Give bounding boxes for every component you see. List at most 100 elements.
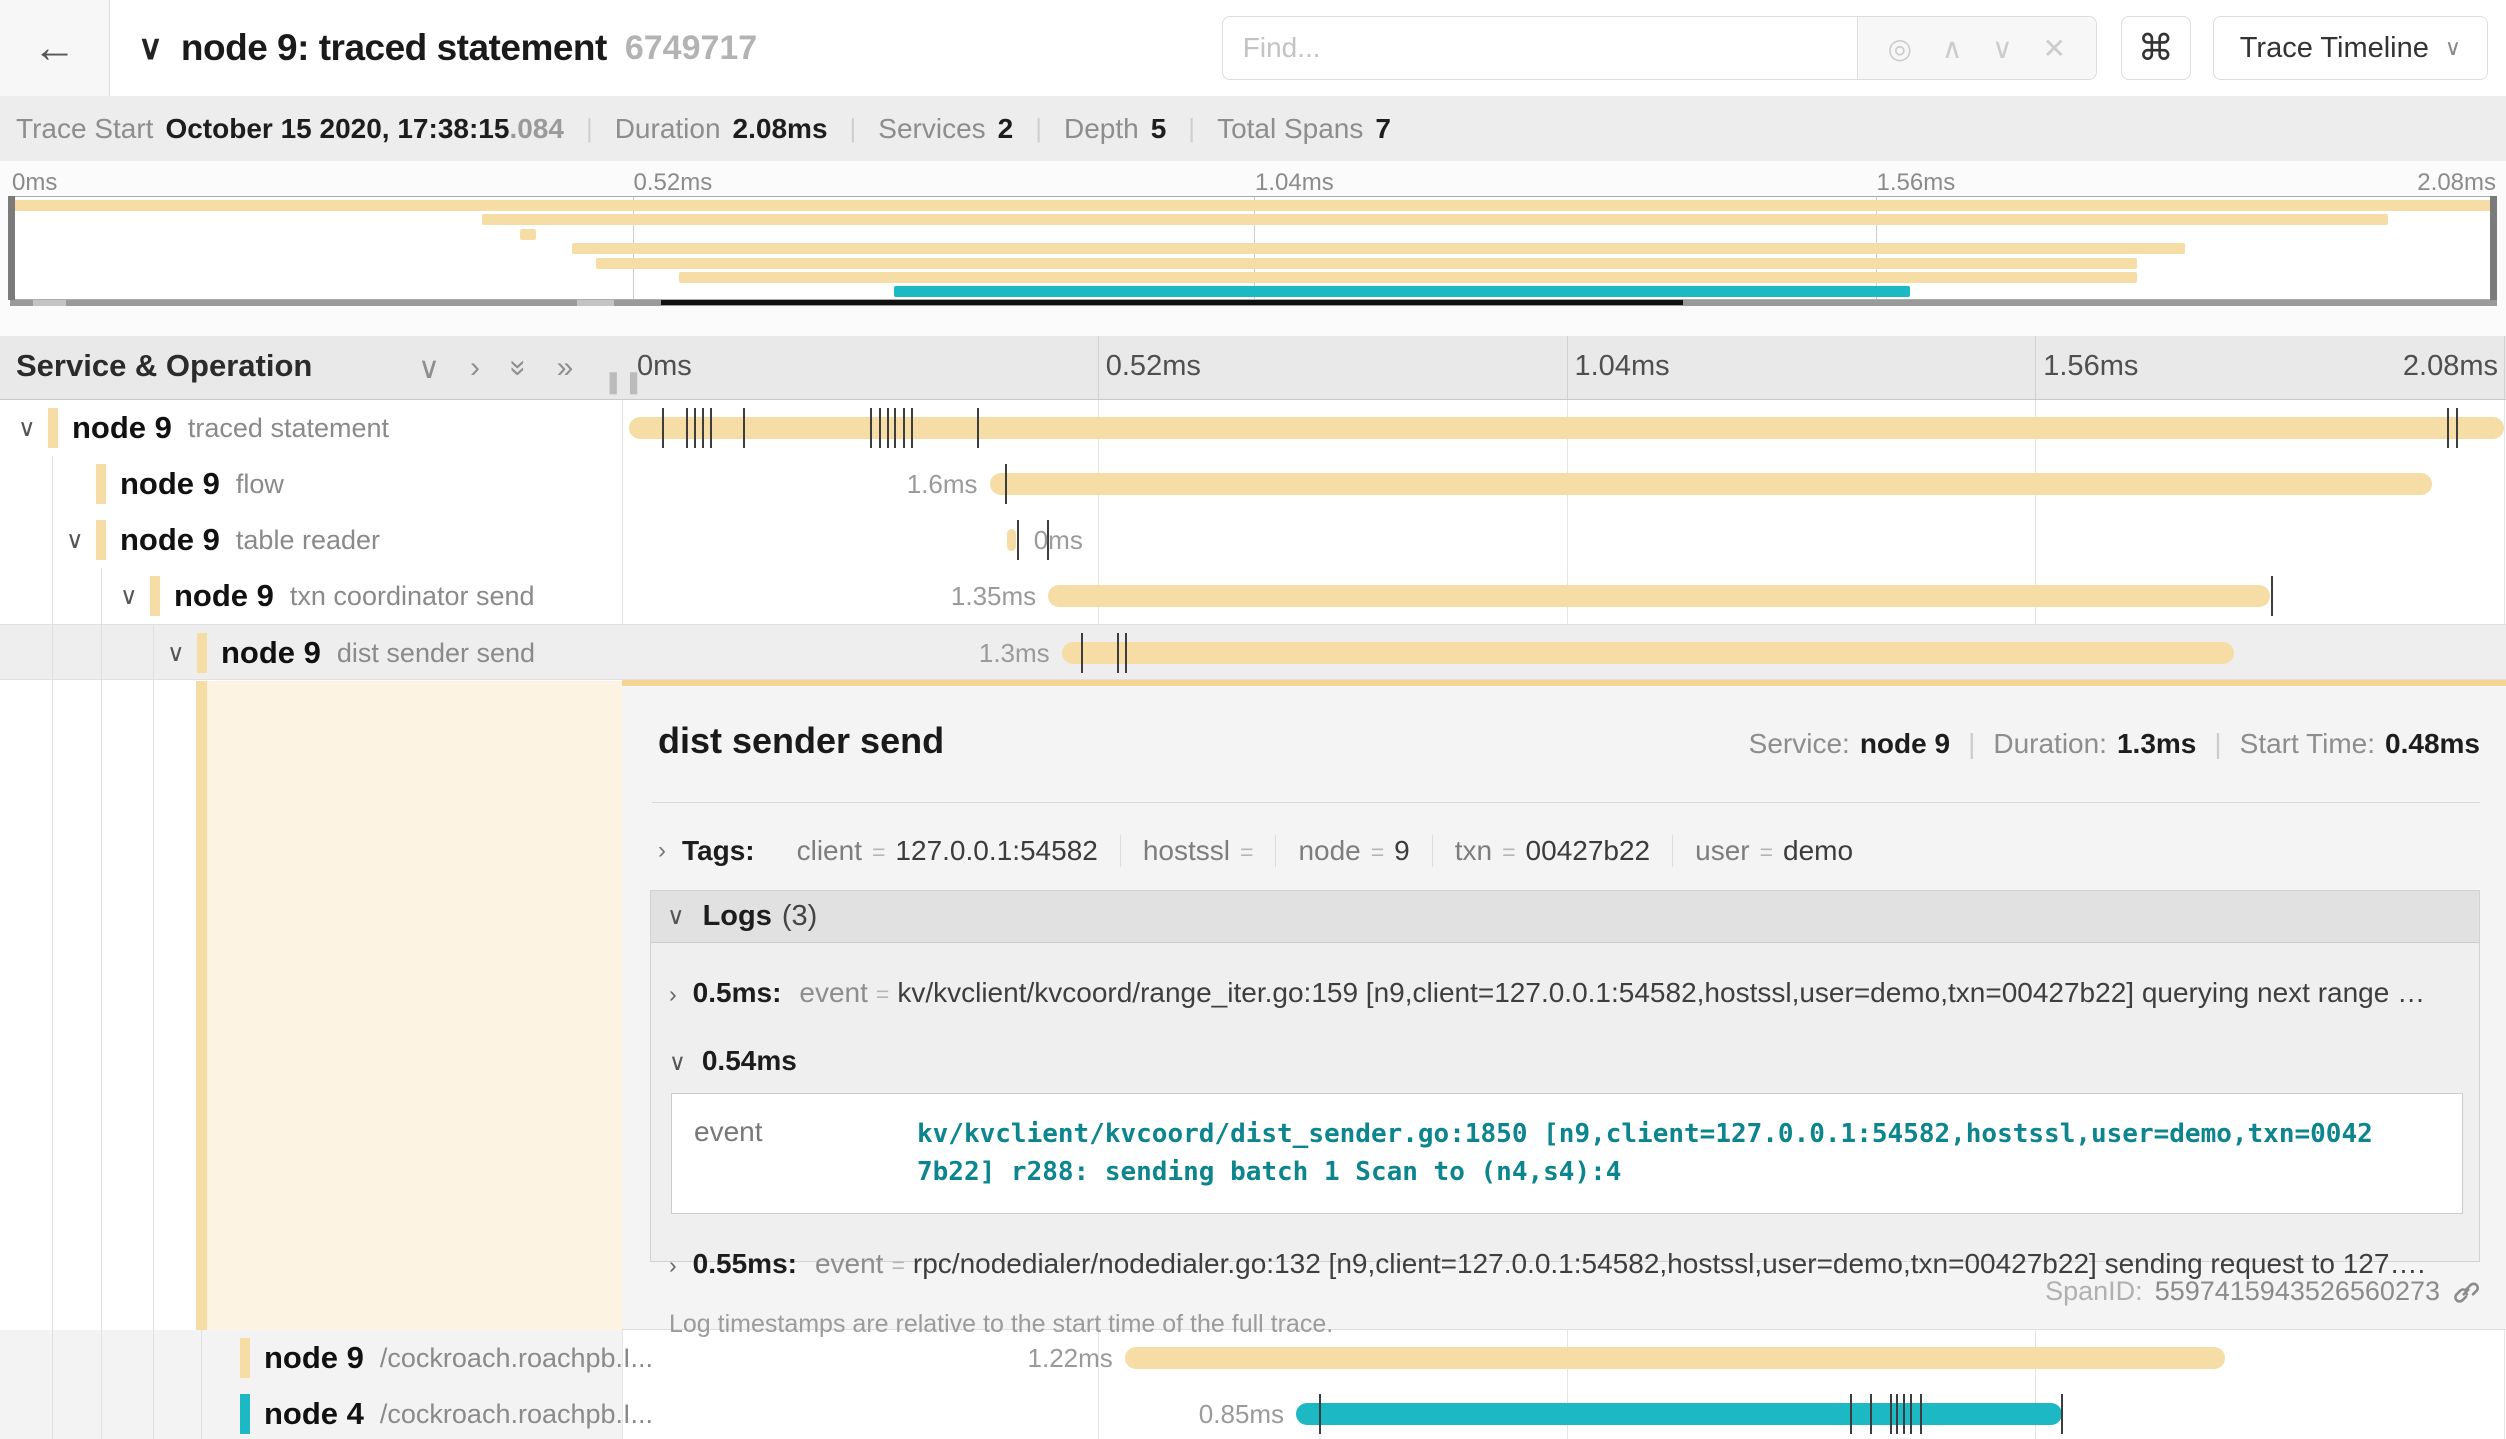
log-marker (694, 408, 696, 448)
expand-all-icon[interactable]: » (557, 351, 574, 385)
minimap-span-bar (482, 214, 2388, 225)
next-result-icon[interactable]: ∨ (1992, 32, 2013, 65)
separator: | (586, 113, 593, 144)
separator: | (850, 113, 857, 144)
span-row[interactable]: ∨node 9traced statement (0, 400, 2506, 456)
tag-item: txn=00427b22 (1433, 835, 1673, 867)
back-button[interactable]: ← (0, 0, 110, 96)
summary-value: 5 (1151, 113, 1167, 145)
span-duration-bar[interactable] (1048, 585, 2269, 607)
span-duration-label: 0ms (1034, 512, 1083, 568)
span-row[interactable]: ∨node 9dist sender send1.3ms (0, 624, 2506, 680)
log-marker (879, 408, 881, 448)
tags-row[interactable]: › Tags: client=127.0.0.1:54582hostssl=no… (658, 826, 1875, 876)
equals-sign: = (1502, 839, 1515, 866)
timeline-tick-label: 2.08ms (2403, 350, 2498, 383)
log-entry-row[interactable]: ›0.5ms:event=kv/kvclient/kvcoord/range_i… (651, 977, 2479, 1009)
span-duration-bar[interactable] (1007, 529, 1016, 551)
link-icon[interactable] (2452, 1278, 2480, 1306)
span-row[interactable]: node 4/cockroach.roachpb.I...0.85ms (0, 1386, 2506, 1439)
minimap-canvas[interactable] (10, 196, 2497, 300)
logs-footer-note: Log timestamps are relative to the start… (669, 1310, 2479, 1339)
span-duration-bar[interactable] (990, 473, 2432, 495)
service-label: Service: (1749, 728, 1850, 760)
tag-key: user (1695, 835, 1749, 867)
minimap-right-scrubber[interactable] (2490, 196, 2497, 300)
span-duration-bar[interactable] (1296, 1403, 2062, 1425)
log-marker (662, 408, 664, 448)
span-row[interactable]: node 9flow1.6ms (0, 456, 2506, 512)
summary-value: 7 (1375, 113, 1391, 145)
top-bar: ← ∨ node 9: traced statement 6749717 ◎ ∧ ∨… (0, 0, 2506, 96)
log-marker (1850, 1394, 1852, 1434)
expand-one-icon[interactable]: › (470, 351, 480, 385)
span-id-row: SpanID: 5597415943526560273 (2045, 1276, 2480, 1307)
minimap-axis-label: 1.56ms (1877, 169, 1956, 197)
log-marker (1081, 633, 1083, 673)
trace-minimap[interactable]: 0ms0.52ms1.04ms1.56ms2.08ms (0, 161, 2506, 336)
summary-value: 2.08ms (733, 113, 828, 145)
span-id-label: SpanID: (2045, 1276, 2143, 1307)
log-marker (2447, 408, 2449, 448)
trace-title-group: ∨ node 9: traced statement 6749717 (138, 0, 757, 96)
service-value: node 9 (1860, 728, 1950, 760)
tag-key: txn (1455, 835, 1492, 867)
trace-summary-bar: Trace StartOctober 15 2020, 17:38:15.084… (0, 96, 2506, 161)
tag-value: demo (1783, 835, 1853, 867)
operation-name: table reader (236, 525, 380, 556)
log-entry-expanded-header[interactable]: ∨0.54ms (651, 1045, 2479, 1077)
collapse-trace-icon[interactable]: ∨ (138, 28, 163, 68)
logs-label: Logs (703, 900, 772, 933)
minimap-span-bar (679, 272, 2137, 283)
minimap-axis-label: 0ms (12, 169, 57, 197)
chevron-down-icon[interactable]: ∨ (18, 400, 36, 456)
timeline-tick-line (2504, 336, 2505, 399)
equals-sign: = (1760, 839, 1773, 866)
span-duration-bar[interactable] (1062, 642, 2234, 664)
log-field-key: event (799, 977, 868, 1009)
find-input[interactable] (1222, 16, 1857, 80)
prev-result-icon[interactable]: ∧ (1942, 32, 1963, 65)
divider (652, 802, 2480, 803)
log-marker (1920, 1394, 1922, 1434)
logs-header[interactable]: ∨ Logs (3) (651, 891, 2479, 943)
locate-icon[interactable]: ◎ (1888, 32, 1912, 65)
tag-item: client=127.0.0.1:54582 (775, 835, 1121, 867)
summary-label: Trace Start (16, 113, 153, 145)
duration-value: 1.3ms (2117, 728, 2196, 760)
minimap-left-scrubber[interactable] (8, 196, 15, 300)
equals-sign: = (872, 839, 885, 866)
service-name: node 9 (72, 410, 172, 446)
keyboard-shortcuts-button[interactable]: ⌘ (2121, 16, 2191, 80)
timeline-tick-label: 0ms (637, 350, 692, 383)
equals-sign: = (876, 981, 889, 1008)
span-name-cell[interactable]: ∨ node 9 table reader (0, 512, 622, 568)
tree-indent-guide (201, 1330, 202, 1439)
timeline-tick-line (1098, 336, 1099, 399)
tag-item: hostssl= (1121, 835, 1277, 867)
log-marker (894, 408, 896, 448)
expanded-span-backdrop (207, 681, 622, 1330)
log-marker (1005, 464, 1007, 504)
log-marker (702, 408, 704, 448)
span-rows-area: dist sender send Service:node 9 | Durati… (0, 400, 2506, 1439)
span-row[interactable]: ∨ node 9 table reader 0ms (0, 512, 2506, 568)
clear-find-icon[interactable]: ✕ (2042, 32, 2065, 65)
span-name-cell[interactable]: ∨node 9traced statement (0, 400, 622, 456)
logs-section: ∨ Logs (3) ›0.5ms:event=kv/kvclient/kvco… (650, 890, 2480, 1262)
collapse-one-icon[interactable]: ∨ (418, 351, 440, 386)
separator: | (1968, 728, 1975, 760)
tree-indent-guide (153, 624, 154, 1439)
span-row[interactable]: ∨node 9txn coordinator send1.35ms (0, 568, 2506, 624)
span-duration-bar[interactable] (1125, 1347, 2225, 1369)
chevron-down-icon[interactable]: ∨ (66, 512, 84, 568)
minimap-span-bar (572, 243, 2186, 254)
collapse-all-icon[interactable]: » (501, 360, 535, 377)
service-name: node 9 (120, 522, 220, 558)
start-time-label: Start Time: (2240, 728, 2375, 760)
view-dropdown-button[interactable]: Trace Timeline ∨ (2213, 16, 2488, 80)
minimap-strip-notch (577, 300, 614, 306)
command-icon: ⌘ (2138, 27, 2174, 69)
log-marker (2061, 1394, 2063, 1434)
timeline-tick-line (2035, 336, 2036, 399)
